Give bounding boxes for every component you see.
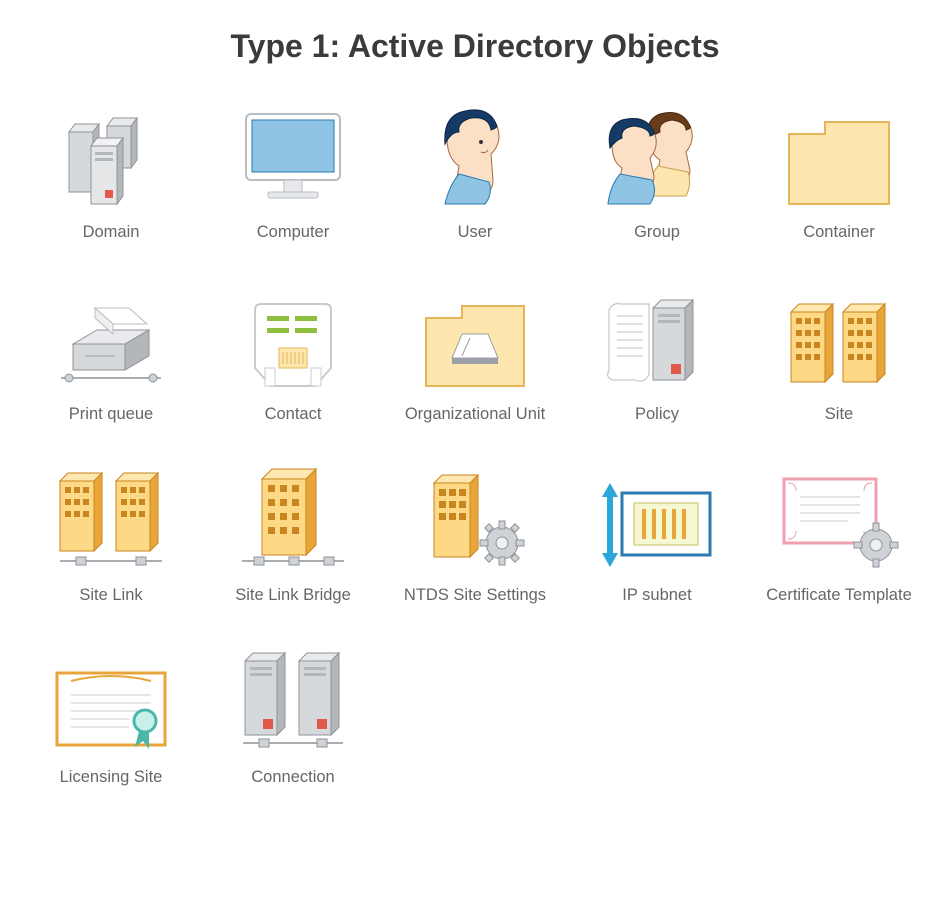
item-org-unit: Organizational Unit (388, 285, 562, 425)
item-site-link: Site Link (24, 466, 198, 606)
item-user: User (388, 103, 562, 243)
item-connection: Connection (206, 648, 380, 788)
connection-icon (206, 648, 380, 753)
item-contact: Contact (206, 285, 380, 425)
item-label: Connection (206, 767, 380, 788)
item-label: Site Link Bridge (206, 585, 380, 606)
item-container: Container (752, 103, 926, 243)
container-icon (752, 103, 926, 208)
site-icon (752, 285, 926, 390)
licensing-site-icon (24, 648, 198, 753)
item-label: Computer (206, 222, 380, 243)
item-domain: Domain (24, 103, 198, 243)
item-group: Group (570, 103, 744, 243)
item-computer: Computer (206, 103, 380, 243)
item-label: Site Link (24, 585, 198, 606)
site-link-bridge-icon (206, 466, 380, 571)
item-print-queue: Print queue (24, 285, 198, 425)
item-label: Group (570, 222, 744, 243)
domain-icon (24, 103, 198, 208)
ntds-icon (388, 466, 562, 571)
item-label: Policy (570, 404, 744, 425)
cert-template-icon (752, 466, 926, 571)
ip-subnet-icon (570, 466, 744, 571)
item-label: Container (752, 222, 926, 243)
item-ip-subnet: IP subnet (570, 466, 744, 606)
print-queue-icon (24, 285, 198, 390)
item-label: Contact (206, 404, 380, 425)
item-label: Organizational Unit (388, 404, 562, 425)
contact-icon (206, 285, 380, 390)
icon-grid: Domain Computer (0, 103, 950, 828)
item-label: IP subnet (570, 585, 744, 606)
item-label: Licensing Site (24, 767, 198, 788)
item-cert-template: Certificate Template (752, 466, 926, 606)
site-link-icon (24, 466, 198, 571)
item-label: Certificate Template (752, 585, 926, 606)
policy-icon (570, 285, 744, 390)
item-label: Domain (24, 222, 198, 243)
computer-icon (206, 103, 380, 208)
item-label: Site (752, 404, 926, 425)
item-ntds: NTDS Site Settings (388, 466, 562, 606)
group-icon (570, 103, 744, 208)
item-label: NTDS Site Settings (388, 585, 562, 606)
item-policy: Policy (570, 285, 744, 425)
user-icon (388, 103, 562, 208)
org-unit-icon (388, 285, 562, 390)
item-label: Print queue (24, 404, 198, 425)
page-title: Type 1: Active Directory Objects (0, 28, 950, 65)
item-licensing-site: Licensing Site (24, 648, 198, 788)
item-site-link-bridge: Site Link Bridge (206, 466, 380, 606)
item-label: User (388, 222, 562, 243)
item-site: Site (752, 285, 926, 425)
